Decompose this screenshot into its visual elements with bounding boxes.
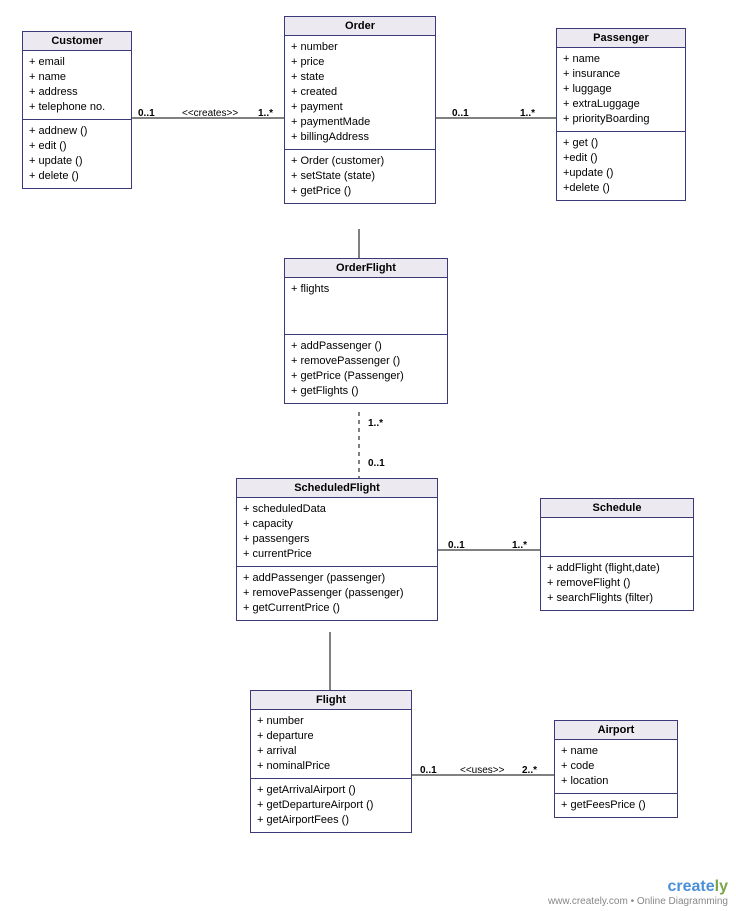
mult-flight-airport-right: 2..*: [522, 765, 537, 776]
class-operations: + addPassenger (passenger) + removePasse…: [237, 567, 437, 620]
class-attributes: + flights: [285, 278, 447, 335]
brand-logo: creately: [668, 878, 729, 895]
mult-customer-order-right: 1..*: [258, 108, 273, 119]
class-order: Order + number + price + state + created…: [284, 16, 436, 204]
mult-order-passenger-right: 1..*: [520, 108, 535, 119]
stereo-uses: <<uses>>: [460, 765, 504, 776]
class-operations: + addnew () + edit () + update () + dele…: [23, 120, 131, 188]
mult-customer-order-left: 0..1: [138, 108, 155, 119]
class-scheduledflight: ScheduledFlight + scheduledData + capaci…: [236, 478, 438, 621]
class-airport: Airport + name + code + location + getFe…: [554, 720, 678, 818]
class-attributes: + name + code + location: [555, 740, 677, 794]
class-operations: + get () +edit () +update () +delete (): [557, 132, 685, 200]
mult-sf-schedule-left: 0..1: [448, 540, 465, 551]
class-passenger: Passenger + name + insurance + luggage +…: [556, 28, 686, 201]
class-title: ScheduledFlight: [237, 479, 437, 498]
class-operations: + addPassenger () + removePassenger () +…: [285, 335, 447, 403]
class-title: OrderFlight: [285, 259, 447, 278]
class-title: Order: [285, 17, 435, 36]
class-operations: + addFlight (flight,date) + removeFlight…: [541, 557, 693, 610]
mult-of-sf-bottom: 0..1: [368, 458, 385, 469]
mult-sf-schedule-right: 1..*: [512, 540, 527, 551]
mult-order-passenger-left: 0..1: [452, 108, 469, 119]
class-orderflight: OrderFlight + flights + addPassenger () …: [284, 258, 448, 404]
mult-of-sf-top: 1..*: [368, 418, 383, 429]
class-operations: + getArrivalAirport () + getDepartureAir…: [251, 779, 411, 832]
class-attributes: + email + name + address + telephone no.: [23, 51, 131, 120]
class-flight: Flight + number + departure + arrival + …: [250, 690, 412, 833]
class-attributes: [541, 518, 693, 557]
class-title: Passenger: [557, 29, 685, 48]
class-operations: + getFeesPrice (): [555, 794, 677, 817]
class-title: Flight: [251, 691, 411, 710]
class-title: Airport: [555, 721, 677, 740]
class-operations: + Order (customer) + setState (state) + …: [285, 150, 435, 203]
class-title: Schedule: [541, 499, 693, 518]
stereo-creates: <<creates>>: [182, 108, 238, 119]
class-schedule: Schedule + addFlight (flight,date) + rem…: [540, 498, 694, 611]
class-title: Customer: [23, 32, 131, 51]
footer-tagline: www.creately.com • Online Diagramming: [548, 896, 728, 907]
footer: creately www.creately.com • Online Diagr…: [548, 878, 728, 907]
mult-flight-airport-left: 0..1: [420, 765, 437, 776]
class-attributes: + number + price + state + created + pay…: [285, 36, 435, 150]
class-customer: Customer + email + name + address + tele…: [22, 31, 132, 189]
class-attributes: + scheduledData + capacity + passengers …: [237, 498, 437, 567]
class-attributes: + number + departure + arrival + nominal…: [251, 710, 411, 779]
class-attributes: + name + insurance + luggage + extraLugg…: [557, 48, 685, 132]
